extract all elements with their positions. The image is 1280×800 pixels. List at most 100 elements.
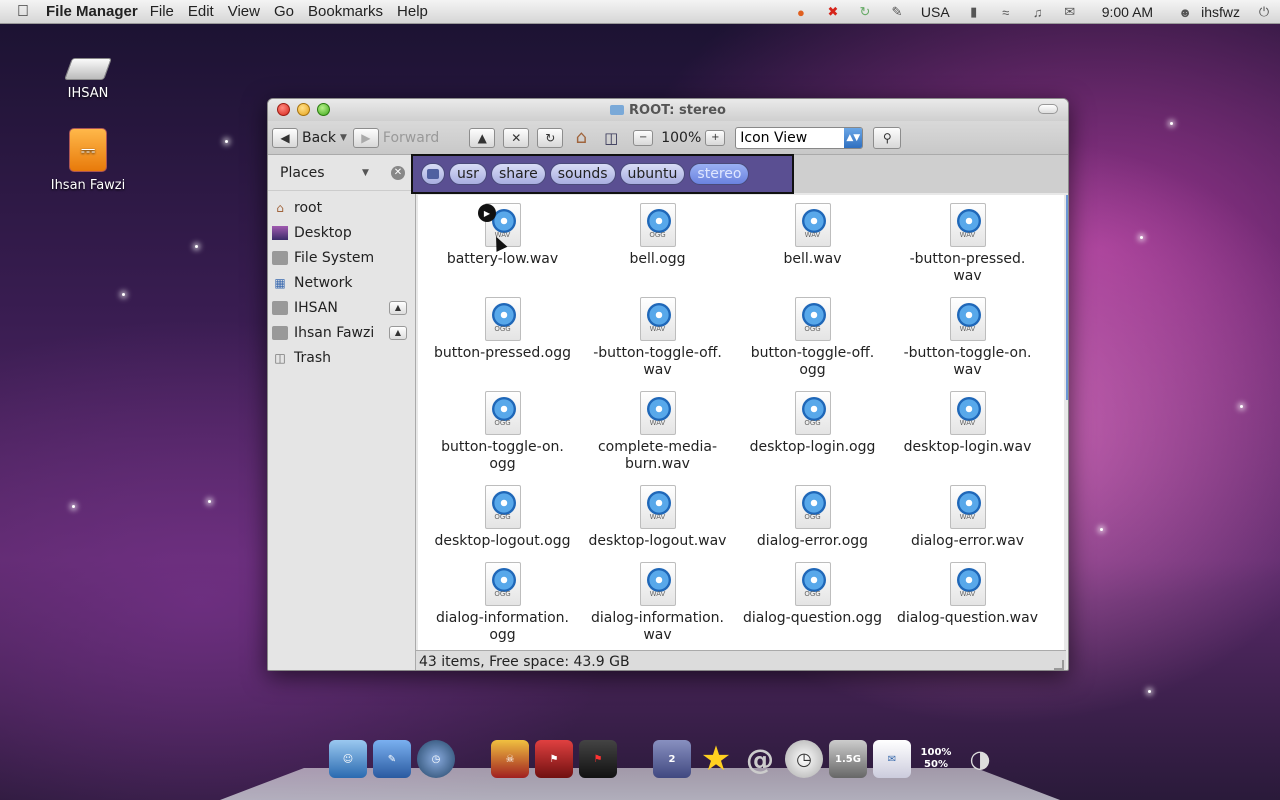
app-indicator-icon[interactable]: ● bbox=[791, 4, 811, 20]
crumb-root[interactable] bbox=[421, 163, 445, 185]
clock[interactable]: 9:00 AM bbox=[1102, 4, 1153, 20]
file-item[interactable]: OGG desktop-login.ogg bbox=[735, 391, 890, 456]
sidebar-item-root[interactable]: ⌂ root bbox=[268, 195, 415, 220]
keyboard-layout[interactable]: USA bbox=[921, 4, 950, 20]
file-item[interactable]: WAV dialog-question.wav bbox=[890, 562, 1045, 627]
file-item[interactable]: WAV dialog-information. wav bbox=[580, 562, 735, 644]
sidebar-title[interactable]: Places bbox=[280, 165, 325, 181]
racing-icon[interactable]: ⚑ bbox=[579, 740, 617, 778]
sidebar-item-ihsan[interactable]: IHSAN ▲ bbox=[268, 295, 415, 320]
crumb-share[interactable]: share bbox=[490, 163, 546, 185]
app-store-icon[interactable]: ✎ bbox=[373, 740, 411, 778]
chevron-down-icon[interactable]: ▼ bbox=[362, 168, 369, 178]
sidebar-item-trash[interactable]: ◫ Trash bbox=[268, 345, 415, 370]
file-item[interactable]: OGG dialog-question.ogg bbox=[735, 562, 890, 627]
play-icon[interactable]: ▶ bbox=[478, 204, 496, 222]
apple-menu-icon[interactable]:  bbox=[0, 3, 46, 21]
system-monitor-icon[interactable]: 100% 50% bbox=[917, 740, 955, 778]
forward-label[interactable]: Forward bbox=[383, 130, 439, 146]
finder-icon[interactable]: ☺ bbox=[329, 740, 367, 778]
window-titlebar[interactable]: ROOT: stereo bbox=[268, 99, 1068, 121]
menu-help[interactable]: Help bbox=[397, 3, 428, 20]
back-button[interactable]: ◀ bbox=[272, 127, 298, 148]
stop-button[interactable]: ✕ bbox=[503, 127, 530, 148]
menu-view[interactable]: View bbox=[228, 3, 260, 20]
file-item[interactable]: OGG button-toggle-on. ogg bbox=[425, 391, 580, 473]
file-item[interactable]: WAV dialog-error.wav bbox=[890, 485, 1045, 550]
toolbar-toggle-button[interactable] bbox=[1038, 104, 1058, 114]
close-sidebar-icon[interactable]: ✕ bbox=[391, 165, 405, 180]
close-red-icon[interactable]: ✖ bbox=[823, 4, 843, 20]
sidebar-item-label: IHSAN bbox=[294, 299, 338, 316]
trash-icon[interactable]: ◑ bbox=[961, 740, 999, 778]
file-item[interactable]: WAV -button-toggle-off. wav bbox=[580, 297, 735, 379]
disk-icon[interactable]: 1.5G bbox=[829, 740, 867, 778]
battery-icon[interactable]: ▮ bbox=[964, 4, 984, 20]
ferrari-icon[interactable]: ⚑ bbox=[535, 740, 573, 778]
maximize-window-button[interactable] bbox=[317, 103, 330, 116]
update-icon[interactable]: ↻ bbox=[855, 4, 875, 20]
game-icon[interactable]: ☠ bbox=[491, 740, 529, 778]
mail-icon[interactable]: @ bbox=[741, 740, 779, 778]
file-item[interactable]: OGG button-toggle-off. ogg bbox=[735, 297, 890, 379]
file-item[interactable]: OGG button-pressed.ogg bbox=[425, 297, 580, 362]
desktop-icon-ihsan-fawzi[interactable]: ⎓ Ihsan Fawzi bbox=[43, 128, 133, 193]
file-item[interactable]: OGG bell.ogg bbox=[580, 203, 735, 268]
back-history-dropdown-icon[interactable]: ▼ bbox=[340, 133, 347, 143]
sidebar-item-network[interactable]: ▦ Network bbox=[268, 270, 415, 295]
file-item[interactable]: WAV complete-media- burn.wav bbox=[580, 391, 735, 473]
crumb-ubuntu[interactable]: ubuntu bbox=[619, 163, 686, 185]
file-item[interactable]: OGG dialog-information. ogg bbox=[425, 562, 580, 644]
app-name[interactable]: File Manager bbox=[46, 3, 138, 20]
forward-button[interactable]: ▶ bbox=[352, 127, 379, 148]
audio-file-icon: OGG bbox=[484, 297, 521, 341]
desktop-icon-ihsan[interactable]: IHSAN bbox=[43, 58, 133, 101]
reload-button[interactable]: ↻ bbox=[537, 127, 564, 148]
sidebar-item-desktop[interactable]: Desktop bbox=[268, 220, 415, 245]
zoom-out-button[interactable]: − bbox=[633, 129, 654, 146]
file-item[interactable]: WAV desktop-login.wav bbox=[890, 391, 1045, 456]
volume-icon[interactable]: ♫ bbox=[1028, 4, 1048, 20]
clock-icon[interactable]: ◷ bbox=[785, 740, 823, 778]
menu-bookmarks[interactable]: Bookmarks bbox=[308, 3, 383, 20]
file-item[interactable]: OGG desktop-logout.ogg bbox=[425, 485, 580, 550]
eject-icon[interactable]: ▲ bbox=[389, 325, 407, 340]
wifi-icon[interactable]: ≈ bbox=[996, 4, 1016, 20]
crumb-sounds[interactable]: sounds bbox=[549, 163, 616, 185]
view-mode-select[interactable]: Icon View ▲▼ bbox=[735, 126, 864, 149]
user-name[interactable]: ihsfwz bbox=[1201, 4, 1240, 20]
drive-icon bbox=[272, 300, 288, 315]
menu-go[interactable]: Go bbox=[274, 3, 294, 20]
menu-file[interactable]: File bbox=[150, 3, 174, 20]
crumb-usr[interactable]: usr bbox=[449, 163, 487, 185]
menu-edit[interactable]: Edit bbox=[188, 3, 214, 20]
sidebar-item-file-system[interactable]: File System bbox=[268, 245, 415, 270]
file-item[interactable]: WAV desktop-logout.wav bbox=[580, 485, 735, 550]
time-machine-icon[interactable]: ◷ bbox=[417, 740, 455, 778]
up-button[interactable]: ▲ bbox=[469, 127, 496, 148]
document-icon[interactable]: ✉ bbox=[873, 740, 911, 778]
power-icon[interactable]: ⏻ bbox=[1254, 4, 1274, 20]
zoom-in-button[interactable]: + bbox=[705, 129, 726, 146]
search-button[interactable]: ⚲ bbox=[873, 126, 902, 149]
eject-icon[interactable]: ▲ bbox=[389, 300, 407, 315]
pen-icon[interactable]: ✎ bbox=[887, 4, 907, 20]
computer-icon[interactable]: ◫ bbox=[599, 129, 623, 147]
workspace-switcher-icon[interactable]: 2 bbox=[653, 740, 691, 778]
resize-grip[interactable] bbox=[1054, 660, 1064, 670]
minimize-window-button[interactable] bbox=[297, 103, 310, 116]
user-icon[interactable]: ☻ bbox=[1175, 4, 1195, 20]
file-ext-label: WAV bbox=[959, 513, 976, 521]
star-icon[interactable]: ★ bbox=[697, 739, 735, 779]
sidebar-item-ihsan-fawzi[interactable]: Ihsan Fawzi ▲ bbox=[268, 320, 415, 345]
file-item[interactable]: WAV bell.wav bbox=[735, 203, 890, 268]
back-label[interactable]: Back bbox=[302, 130, 336, 146]
crumb-stereo[interactable]: stereo bbox=[689, 163, 750, 185]
mail-icon[interactable]: ✉ bbox=[1060, 4, 1080, 20]
home-icon[interactable]: ⌂ bbox=[569, 127, 593, 148]
file-item[interactable]: WAV -button-pressed. wav bbox=[890, 203, 1045, 285]
file-item[interactable]: OGG dialog-error.ogg bbox=[735, 485, 890, 550]
file-item[interactable]: WAV -button-toggle-on. wav bbox=[890, 297, 1045, 379]
close-window-button[interactable] bbox=[277, 103, 290, 116]
scrollbar[interactable] bbox=[1066, 195, 1068, 400]
